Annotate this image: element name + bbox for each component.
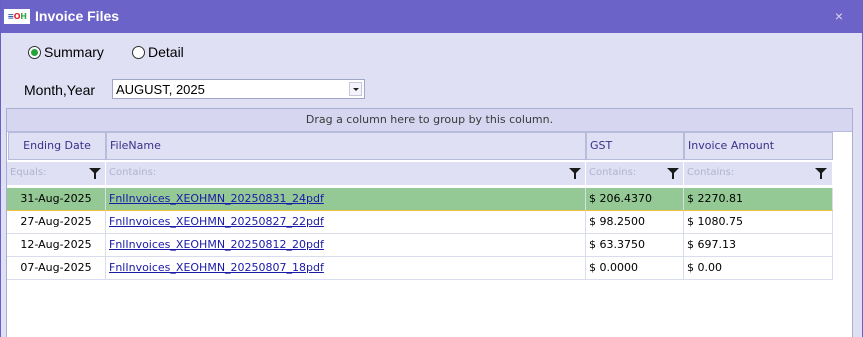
close-button[interactable]: × [829, 6, 849, 26]
summary-radio-indicator[interactable] [28, 45, 41, 59]
cell-gst: $ 98.2500 [586, 211, 684, 233]
table-row[interactable]: 07-Aug-2025 FnlInvoices_XEOHMN_20250807_… [7, 257, 833, 279]
invoice-files-window: ≡OH Invoice Files × Summary Detail Month… [0, 0, 863, 337]
column-header-gst[interactable]: GST [586, 132, 684, 160]
filter-icon[interactable] [815, 168, 827, 179]
cell-filename: FnlInvoices_XEOHMN_20250807_18pdf [106, 257, 586, 279]
table-row[interactable]: 27-Aug-2025 FnlInvoices_XEOHMN_20250827_… [7, 211, 833, 233]
detail-radio-indicator[interactable] [132, 45, 145, 59]
row-divider [7, 279, 833, 280]
file-link[interactable]: FnlInvoices_XEOHMN_20250812_20pdf [109, 238, 324, 251]
detail-radio[interactable]: Detail [132, 44, 184, 60]
detail-radio-label: Detail [148, 44, 184, 60]
cell-ending-date: 07-Aug-2025 [7, 257, 106, 279]
column-header-filename[interactable]: FileName [106, 132, 586, 160]
cell-invoice-amount: $ 2270.81 [684, 188, 833, 210]
filter-operator-label: Contains: [687, 167, 735, 178]
chevron-down-icon[interactable] [349, 82, 362, 96]
cell-ending-date: 12-Aug-2025 [7, 234, 106, 256]
filter-operator-label: Equals: [10, 167, 47, 178]
table-row[interactable]: 12-Aug-2025 FnlInvoices_XEOHMN_20250812_… [7, 234, 833, 256]
cell-invoice-amount: $ 0.00 [684, 257, 833, 279]
group-by-panel[interactable]: Drag a column here to group by this colu… [7, 109, 852, 132]
app-logo-icon: ≡OH [4, 9, 30, 24]
table-row[interactable]: 31-Aug-2025 FnlInvoices_XEOHMN_20250831_… [7, 188, 833, 210]
filter-operator-label: Contains: [589, 167, 637, 178]
cell-filename: FnlInvoices_XEOHMN_20250812_20pdf [106, 234, 586, 256]
cell-gst: $ 0.0000 [586, 257, 684, 279]
filter-icon[interactable] [89, 168, 101, 179]
file-link[interactable]: FnlInvoices_XEOHMN_20250831_24pdf [109, 192, 324, 205]
filter-filename[interactable]: Contains: [106, 162, 586, 185]
column-header-invoice-amount[interactable]: Invoice Amount [684, 132, 833, 160]
cell-gst: $ 206.4370 [586, 188, 684, 210]
window-title: Invoice Files [35, 8, 120, 24]
title-bar: ≡OH Invoice Files × [1, 0, 862, 33]
filter-ending-date[interactable]: Equals: [7, 162, 106, 185]
cell-gst: $ 63.3750 [586, 234, 684, 256]
month-year-label: Month,Year [24, 82, 96, 98]
filter-icon[interactable] [667, 168, 679, 179]
cell-ending-date: 27-Aug-2025 [7, 211, 106, 233]
summary-radio[interactable]: Summary [28, 44, 104, 60]
cell-filename: FnlInvoices_XEOHMN_20250831_24pdf [106, 188, 586, 210]
filter-gst[interactable]: Contains: [586, 162, 684, 185]
cell-ending-date: 31-Aug-2025 [7, 188, 106, 210]
cell-filename: FnlInvoices_XEOHMN_20250827_22pdf [106, 211, 586, 233]
file-link[interactable]: FnlInvoices_XEOHMN_20250827_22pdf [109, 215, 324, 228]
summary-radio-label: Summary [44, 44, 104, 60]
month-year-select[interactable]: AUGUST, 2025 [112, 79, 365, 99]
cell-invoice-amount: $ 697.13 [684, 234, 833, 256]
filter-icon[interactable] [569, 168, 581, 179]
filter-operator-label: Contains: [109, 167, 157, 178]
vertical-scrollbar[interactable] [853, 108, 862, 337]
cell-invoice-amount: $ 1080.75 [684, 211, 833, 233]
month-year-value: AUGUST, 2025 [116, 82, 205, 97]
file-link[interactable]: FnlInvoices_XEOHMN_20250807_18pdf [109, 261, 324, 274]
filter-invoice-amount[interactable]: Contains: [684, 162, 833, 185]
column-header-ending-date[interactable]: Ending Date [8, 132, 106, 160]
invoice-grid: Drag a column here to group by this colu… [6, 108, 853, 337]
